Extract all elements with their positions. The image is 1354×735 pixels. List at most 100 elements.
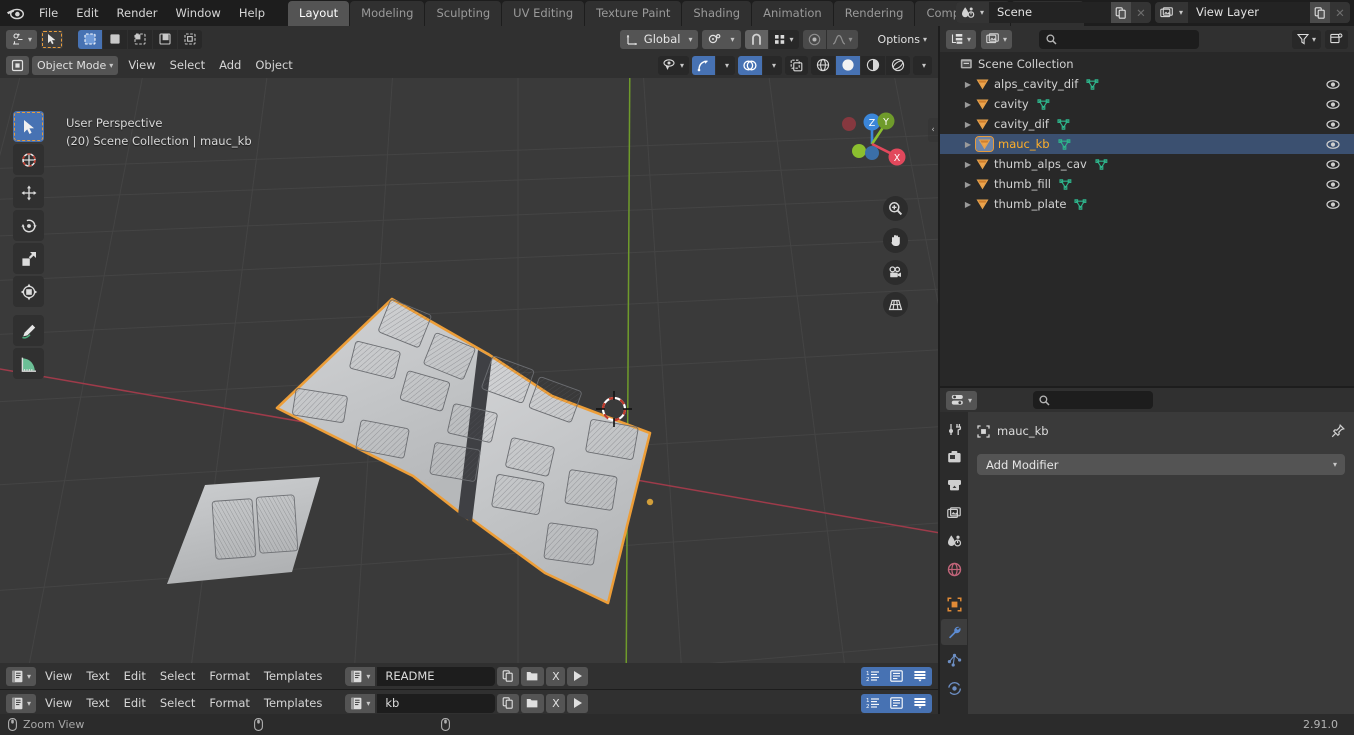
workspace-tab-sculpting[interactable]: Sculpting	[425, 1, 502, 26]
viewport-menu-select[interactable]: Select	[163, 55, 212, 75]
text-menu-edit-2[interactable]: Edit	[117, 693, 153, 713]
text-editor-type-selector-2[interactable]: ▾	[6, 693, 37, 713]
add-modifier-button[interactable]: Add Modifier ▾	[977, 454, 1345, 475]
text-menu-edit-1[interactable]: Edit	[117, 666, 153, 686]
syntax-highlight-icon-2[interactable]	[908, 693, 932, 713]
disclosure-triangle-icon[interactable]: ▶	[960, 80, 976, 89]
line-numbers-icon-1[interactable]: 12	[861, 666, 885, 686]
shading-rendered[interactable]	[886, 55, 910, 75]
new-collection-icon[interactable]	[1325, 29, 1348, 49]
delete-scene-button[interactable]: ✕	[1130, 2, 1151, 23]
object-visibility-icon[interactable]: ▾	[657, 55, 689, 75]
viewport-canvas[interactable]: User Perspective (20) Scene Collection |…	[0, 78, 938, 663]
outliner-row-thumb_plate[interactable]: ▶ thumb_plate	[940, 194, 1354, 214]
text-menu-templates-1[interactable]: Templates	[257, 666, 329, 686]
scene-tab[interactable]	[941, 528, 967, 554]
text-menu-select-1[interactable]: Select	[153, 666, 202, 686]
scale-tool[interactable]	[13, 243, 44, 274]
gizmo-dropdown[interactable]: ▾	[716, 55, 735, 75]
viewport-menu-add[interactable]: Add	[212, 55, 248, 75]
measure-tool[interactable]	[13, 348, 44, 379]
sidebar-toggle-icon[interactable]: ‹	[928, 118, 938, 142]
top-menu-render[interactable]: Render	[108, 3, 167, 23]
new-viewlayer-button[interactable]	[1310, 2, 1330, 23]
proportional-falloff-dropdown[interactable]: ▾	[826, 29, 858, 49]
filter-icon[interactable]: ▾	[1291, 29, 1321, 49]
visibility-eye-icon[interactable]	[1326, 159, 1340, 170]
outliner-row-alps_cavity_dif[interactable]: ▶ alps_cavity_dif	[940, 74, 1354, 94]
options-dropdown[interactable]: Options ▾	[873, 30, 932, 49]
navigation-gizmo[interactable]: Z Y X	[834, 106, 910, 182]
view-layer-tab[interactable]	[941, 500, 967, 526]
blender-logo-icon[interactable]	[0, 0, 30, 26]
shading-wireframe[interactable]	[811, 55, 836, 75]
line-numbers-icon-2[interactable]: 12	[861, 693, 885, 713]
new-text-button-2[interactable]	[497, 693, 520, 713]
pivot-point-dropdown[interactable]: ▾	[702, 29, 741, 49]
text-menu-select-2[interactable]: Select	[153, 693, 202, 713]
text-menu-templates-2[interactable]: Templates	[257, 693, 329, 713]
disclosure-triangle-icon[interactable]: ▶	[960, 160, 976, 169]
select-mode-intersect[interactable]	[178, 29, 203, 49]
disclosure-triangle-icon[interactable]: ▶	[960, 180, 976, 189]
shading-material[interactable]	[861, 55, 886, 75]
text-menu-format-2[interactable]: Format	[202, 693, 257, 713]
outliner-row-thumb_alps_cav[interactable]: ▶ thumb_alps_cav	[940, 154, 1354, 174]
world-tab[interactable]	[941, 556, 967, 582]
overlays-dropdown[interactable]: ▾	[763, 55, 782, 75]
interaction-mode-dropdown[interactable]: Object Mode ▾	[32, 55, 119, 75]
visibility-eye-icon[interactable]	[1326, 199, 1340, 210]
move-tool[interactable]	[13, 177, 44, 208]
top-menu-window[interactable]: Window	[166, 3, 229, 23]
text-datablock-selector-2[interactable]: ▾	[345, 693, 376, 713]
word-wrap-icon-1[interactable]	[885, 666, 908, 686]
workspace-tab-shading[interactable]: Shading	[682, 1, 752, 26]
text-menu-format-1[interactable]: Format	[202, 666, 257, 686]
display-mode-dropdown[interactable]: ▾	[981, 29, 1013, 49]
shading-solid[interactable]	[836, 55, 861, 75]
pan-hand-icon[interactable]	[883, 228, 908, 253]
visibility-eye-icon[interactable]	[1326, 119, 1340, 130]
physics-tab[interactable]	[941, 675, 967, 701]
select-mode-extend[interactable]	[103, 29, 129, 49]
rotate-tool[interactable]	[13, 210, 44, 241]
viewlayer-selector[interactable]: ▾ View Layer ✕	[1154, 2, 1350, 23]
shading-dropdown[interactable]: ▾	[913, 55, 932, 75]
delete-viewlayer-button[interactable]: ✕	[1330, 2, 1350, 23]
text-menu-view-1[interactable]: View	[38, 666, 79, 686]
text-filename-2[interactable]: kb	[377, 693, 496, 713]
tool-tab[interactable]	[941, 416, 967, 442]
new-scene-button[interactable]	[1110, 2, 1131, 23]
open-text-button-2[interactable]	[521, 693, 545, 713]
gizmo-toggle-icon[interactable]	[692, 55, 716, 75]
editor-type-selector[interactable]: ▾	[6, 29, 38, 49]
text-menu-text-2[interactable]: Text	[79, 693, 116, 713]
properties-editor-type-selector[interactable]: ▾	[946, 390, 978, 410]
annotate-tool[interactable]	[13, 315, 44, 346]
run-script-button-1[interactable]	[567, 666, 589, 686]
workspace-tab-texture-paint[interactable]: Texture Paint	[585, 1, 682, 26]
outliner-row-cavity[interactable]: ▶ cavity	[940, 94, 1354, 114]
properties-search-input[interactable]	[1033, 391, 1154, 409]
select-mode-subtract[interactable]	[128, 29, 154, 49]
text-menu-view-2[interactable]: View	[38, 693, 79, 713]
visibility-eye-icon[interactable]	[1326, 179, 1340, 190]
top-menu-edit[interactable]: Edit	[67, 3, 107, 23]
select-mode-difference[interactable]	[153, 29, 179, 49]
xray-toggle-icon[interactable]	[785, 55, 808, 75]
syntax-highlight-icon-1[interactable]	[908, 666, 932, 686]
text-filename-1[interactable]: README	[377, 666, 496, 686]
viewport-menu-view[interactable]: View	[121, 55, 162, 75]
viewport-editor-type-selector[interactable]	[6, 55, 29, 75]
scene-name[interactable]: Scene	[988, 2, 1111, 23]
outliner-root-row[interactable]: Scene Collection	[940, 54, 1354, 74]
visibility-eye-icon[interactable]	[1326, 79, 1340, 90]
outliner-row-cavity_dif[interactable]: ▶ cavity_dif	[940, 114, 1354, 134]
workspace-tab-animation[interactable]: Animation	[752, 1, 833, 26]
select-box-tool[interactable]	[13, 111, 44, 142]
top-menu-help[interactable]: Help	[230, 3, 274, 23]
text-editor-type-selector-1[interactable]: ▾	[6, 666, 37, 686]
particles-tab[interactable]	[941, 647, 967, 673]
workspace-tab-layout[interactable]: Layout	[288, 1, 350, 26]
disclosure-triangle-icon[interactable]: ▶	[960, 120, 976, 129]
